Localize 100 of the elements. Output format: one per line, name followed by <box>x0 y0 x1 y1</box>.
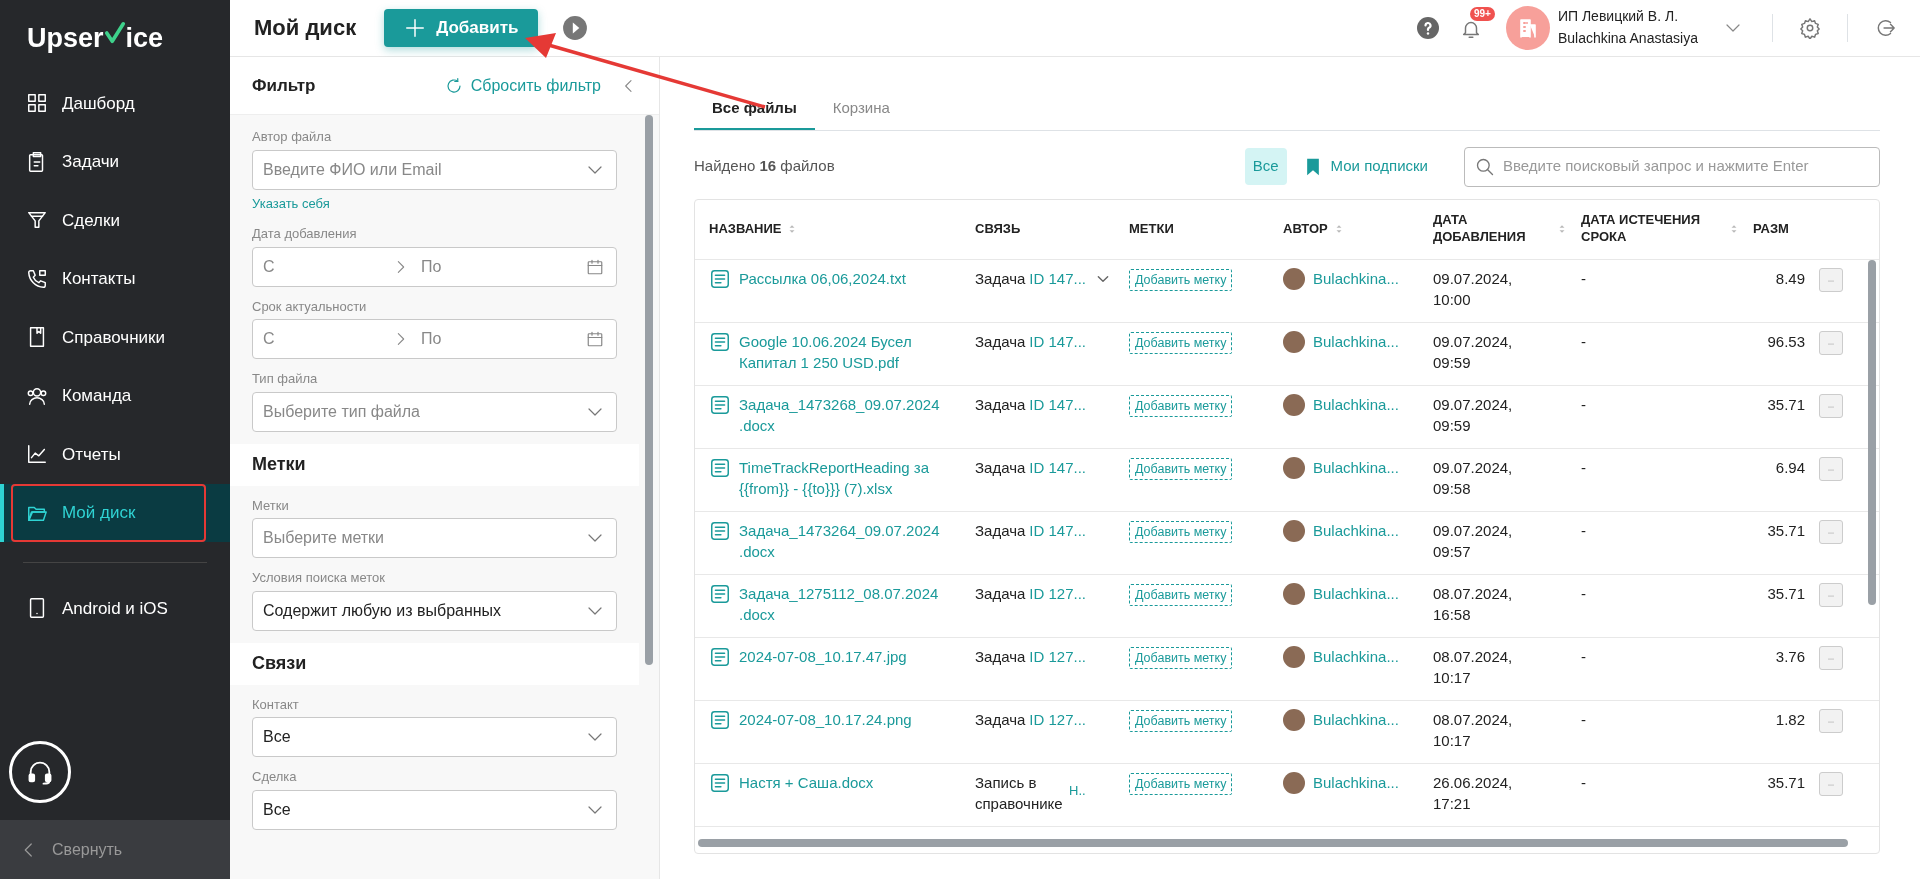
linked-record-link[interactable]: ID 127... <box>1029 645 1087 668</box>
file-size: 35.71 <box>1767 395 1805 413</box>
linked-record-link[interactable]: ID 147... <box>1029 267 1087 290</box>
self-link[interactable]: Указать себя <box>252 193 330 213</box>
more-button[interactable] <box>1819 771 1843 796</box>
add-tag-button[interactable]: Добавить метку <box>1129 583 1233 606</box>
select-field[interactable]: Все <box>252 717 617 757</box>
grid-icon <box>26 92 48 115</box>
avatar <box>1283 267 1305 290</box>
avatar <box>1283 708 1305 731</box>
file-name-link[interactable]: TimeTrackReportHeading за {{from}} - {{to}}} (7).xlsx <box>739 456 961 503</box>
search-field[interactable]: Введите поисковый запрос и нажмите Enter <box>1464 146 1880 187</box>
add-tag-button[interactable]: Добавить метку <box>1129 772 1233 795</box>
scope-filter[interactable]: Все <box>1244 148 1287 185</box>
sidebar-item[interactable]: Android и iOS <box>0 579 230 638</box>
author-link[interactable]: Bulachkina... <box>1313 267 1399 290</box>
collapse-button[interactable]: Свернуть <box>0 820 230 879</box>
linked-record-link[interactable]: ID 147... <box>1029 393 1087 416</box>
linked-record-link[interactable]: ID 147... <box>1029 330 1087 353</box>
column-header[interactable]: НАЗВАНИЕ <box>709 220 782 238</box>
more-button[interactable] <box>1819 267 1843 292</box>
play-icon[interactable] <box>562 15 589 41</box>
add-tag-button[interactable]: Добавить метку <box>1129 646 1233 669</box>
author-link[interactable]: Bulachkina... <box>1313 456 1399 479</box>
date-range-field[interactable]: С По <box>252 246 617 287</box>
file-name-link[interactable]: 2024-07-08_10.17.24.png <box>739 708 912 755</box>
date-added: 09.07.2024, 09:59 <box>1433 395 1513 435</box>
column-header[interactable]: ДАТА ИСТЕЧЕНИЯ СРОКА <box>1581 212 1723 246</box>
add-tag-button[interactable]: Добавить метку <box>1129 268 1233 291</box>
column-header[interactable]: ДАТА ДОБАВЛЕНИЯ <box>1433 212 1551 246</box>
support-button[interactable] <box>9 741 71 803</box>
date-added: 26.06.2024, 17:21 <box>1433 773 1513 813</box>
add-tag-button[interactable]: Добавить метку <box>1129 331 1233 354</box>
tab[interactable]: Корзина <box>814 89 908 130</box>
select-field[interactable]: Все <box>252 789 617 830</box>
linked-record-link[interactable]: Н.. <box>1069 781 1086 801</box>
found-count: Найдено 16 файлов <box>694 156 835 177</box>
select-field[interactable]: Содержит любую из выбранных <box>252 590 617 631</box>
calendar-icon <box>586 330 604 348</box>
add-tag-button[interactable]: Добавить метку <box>1129 520 1233 543</box>
more-button[interactable] <box>1819 456 1843 481</box>
scope-filter[interactable]: Мои подписки <box>1294 148 1436 185</box>
more-button[interactable] <box>1819 330 1843 355</box>
file-name-link[interactable]: 2024-07-08_10.17.47.jpg <box>739 645 907 692</box>
expiry-date: - <box>1581 458 1586 476</box>
sidebar-item[interactable]: Сделки <box>0 191 230 250</box>
file-name-link[interactable]: Рассылка 06,06,2024.txt <box>739 267 906 314</box>
file-name-link[interactable]: Настя + Саша.docx <box>739 771 874 818</box>
more-button[interactable] <box>1819 708 1843 733</box>
scrollbar[interactable] <box>645 115 653 665</box>
sidebar-item[interactable]: Команда <box>0 366 230 425</box>
sidebar-item[interactable]: Задачи <box>0 132 230 191</box>
linked-record-link[interactable]: ID 127... <box>1029 582 1087 605</box>
more-button[interactable] <box>1819 393 1843 418</box>
scrollbar[interactable] <box>698 838 1848 847</box>
author-link[interactable]: Bulachkina... <box>1313 771 1399 794</box>
select-field[interactable]: Введите ФИО или Email <box>252 149 617 190</box>
select-field[interactable]: Выберите тип файла <box>252 391 617 432</box>
add-tag-button[interactable]: Добавить метку <box>1129 709 1233 732</box>
author-link[interactable]: Bulachkina... <box>1313 645 1399 668</box>
column-header[interactable]: СВЯЗЬ <box>975 220 1021 238</box>
add-button[interactable]: Добавить <box>384 9 539 47</box>
linked-record-link[interactable]: ID 127... <box>1029 708 1087 731</box>
author-link[interactable]: Bulachkina... <box>1313 582 1399 605</box>
reset-filter-link[interactable]: Сбросить фильтр <box>444 73 601 98</box>
add-tag-button[interactable]: Добавить метку <box>1129 394 1233 417</box>
sidebar-item[interactable]: Контакты <box>0 249 230 308</box>
link-type: Задача <box>975 583 1026 604</box>
sidebar-item[interactable]: Дашборд <box>0 74 230 133</box>
date-added: 09.07.2024, 09:59 <box>1433 332 1513 372</box>
sidebar-item[interactable]: Справочники <box>0 308 230 367</box>
refresh-icon <box>444 76 463 95</box>
field-label: Автор файла <box>252 128 333 146</box>
company-avatar[interactable] <box>1505 6 1550 50</box>
author-link[interactable]: Bulachkina... <box>1313 330 1399 353</box>
column-header[interactable]: АВТОР <box>1283 220 1328 238</box>
more-button[interactable] <box>1819 645 1843 670</box>
file-name-link[interactable]: Задача_1473264_09.07.2024.docx <box>739 519 961 566</box>
sidebar-item[interactable]: Отчеты <box>0 425 230 484</box>
select-field[interactable]: Выберите метки <box>252 518 617 558</box>
column-header[interactable]: МЕТКИ <box>1129 220 1174 238</box>
file-name-link[interactable]: Google 10.06.2024 Бусел Капитал 1 250 USD.pdf <box>739 330 961 377</box>
linked-record-link[interactable]: ID 147... <box>1029 456 1087 479</box>
add-tag-button[interactable]: Добавить метку <box>1129 457 1233 480</box>
file-name-link[interactable]: Задача_1275112_08.07.2024.docx <box>739 582 961 629</box>
column-header[interactable]: РАЗМ <box>1753 220 1789 238</box>
linked-record-link[interactable]: ID 147... <box>1029 519 1087 542</box>
author-link[interactable]: Bulachkina... <box>1313 393 1399 416</box>
expiry-date: - <box>1581 647 1586 665</box>
scrollbar[interactable] <box>1868 259 1876 605</box>
more-button[interactable] <box>1819 519 1843 544</box>
file-name-link[interactable]: Задача_1473268_09.07.2024.docx <box>739 393 961 440</box>
more-button[interactable] <box>1819 582 1843 607</box>
author-link[interactable]: Bulachkina... <box>1313 519 1399 542</box>
date-range-field[interactable]: С По <box>252 319 617 359</box>
sidebar-item[interactable]: Мой диск <box>0 483 230 542</box>
expiry-date: - <box>1581 521 1586 539</box>
author-link[interactable]: Bulachkina... <box>1313 708 1399 731</box>
settings-icon[interactable] <box>1799 17 1821 39</box>
help-icon[interactable] <box>1415 16 1440 40</box>
